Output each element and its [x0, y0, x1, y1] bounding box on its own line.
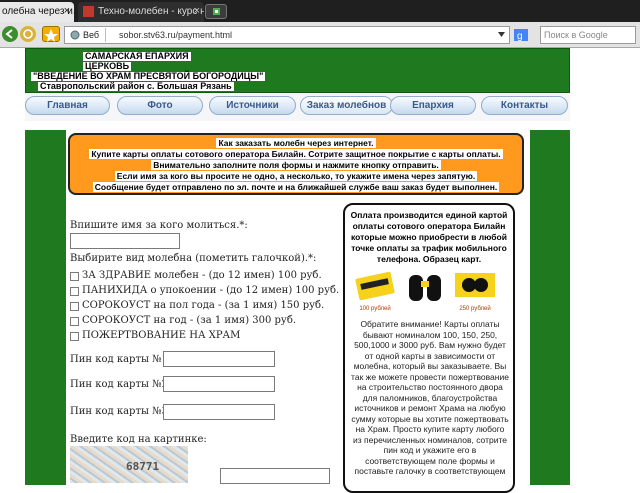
option-checkbox-health[interactable] [70, 272, 79, 281]
option-checkbox-requiem[interactable] [70, 287, 79, 296]
close-tab-icon[interactable]: × [64, 2, 70, 21]
back-button[interactable] [2, 26, 18, 42]
header-line-2: ЦЕРКОВЬ [83, 61, 132, 71]
browser-toolbar: Веб sobor.stv63.ru/payment.html g Поиск … [0, 22, 640, 48]
pin2-label: Пин код карты №2: [70, 379, 172, 390]
nav-item-contacts[interactable]: Контакты [481, 96, 568, 115]
left-green-column [25, 130, 66, 485]
address-bar[interactable]: Веб sobor.stv63.ru/payment.html [64, 26, 510, 44]
nav-item-sources[interactable]: Источники [209, 96, 296, 115]
pin3-label: Пин код карты №3: [70, 406, 172, 417]
option-label: ПАНИХИДА о упокоении - (до 12 имен) 100 … [82, 285, 340, 296]
card-value: 250 рублей [459, 306, 491, 312]
instruction-line: Как заказать молебн через интернет. [216, 138, 376, 148]
captcha-code: 68771 [126, 460, 160, 473]
browser-tab-2[interactable]: Техно-молебен - курс н... × [78, 2, 204, 22]
svg-text:g: g [517, 31, 523, 41]
payment-info-panel: Оплата производится единой картой оплаты… [343, 203, 515, 493]
url-text[interactable]: sobor.stv63.ru/payment.html [119, 27, 232, 43]
card-samples: 100 рублей 250 рублей [353, 269, 503, 315]
instruction-line: Сообщение будет отправлено по эл. почте … [92, 182, 500, 192]
option-checkbox-sorokoust-half[interactable] [70, 302, 79, 311]
card-value: 100 рублей [359, 306, 391, 312]
nav-item-diocese[interactable]: Епархия [390, 96, 476, 115]
card-art-icon [355, 271, 395, 301]
pin2-input[interactable] [163, 376, 275, 392]
nav-item-home[interactable]: Главная [25, 96, 110, 115]
bookmark-button[interactable] [42, 26, 60, 42]
type-label: Выбирите вид молебна (пометить галочкой)… [70, 253, 317, 264]
name-input[interactable] [70, 233, 180, 249]
new-tab-button[interactable] [205, 4, 227, 19]
reload-button[interactable] [20, 26, 36, 42]
option-label: ПОЖЕРТВОВАНИЕ НА ХРАМ [82, 330, 241, 341]
instructions-box: Как заказать молебн через интернет. Купи… [68, 133, 524, 195]
header-line-1: САМАРСКАЯ ЕПАРХИЯ [83, 51, 191, 61]
instruction-line: Купите карты оплаты сотового оператора Б… [89, 149, 503, 159]
nav-item-photo[interactable]: Фото [117, 96, 203, 115]
star-icon [44, 29, 58, 42]
option-label: СОРОКОУСТ на пол года - (за 1 имя) 150 р… [82, 300, 325, 311]
tab-title: Техно-молебен - курс н... [98, 6, 204, 17]
card-art-icon [455, 273, 495, 297]
option-label: ЗА ЗДРАВИЕ молебен - (до 12 имен) 100 ру… [82, 270, 322, 281]
captcha-label: Введите код на картинке: [70, 434, 207, 445]
search-input[interactable]: Поиск в Google [540, 26, 636, 44]
name-label: Впишите имя за кого молиться.*: [70, 220, 248, 231]
search-placeholder: Поиск в Google [544, 30, 608, 40]
reload-icon [23, 29, 33, 39]
captcha-image: 68771 [70, 446, 188, 483]
captcha-input[interactable] [220, 468, 330, 484]
browser-tab-1[interactable]: олебна через и... × [0, 2, 74, 22]
dropdown-arrow-icon[interactable] [498, 32, 505, 38]
plus-icon [213, 8, 220, 15]
web-label: Веб [83, 30, 100, 40]
card-sample-binoculars [403, 269, 447, 313]
header-line-3: "ВВЕДЕНИЕ ВО ХРАМ ПРЕСВЯТОЙ БОГОРОДИЦЫ" [31, 71, 266, 81]
payment-info-body: Обратите внимание! Карты оплаты бывают н… [351, 319, 509, 476]
header-line-4: Ставропольский район с. Большая Рязань [38, 81, 234, 91]
payment-info-heading: Оплата производится единой картой оплаты… [350, 210, 508, 264]
right-green-column [530, 130, 570, 485]
option-checkbox-sorokoust-year[interactable] [70, 317, 79, 326]
card-sample-250: 250 рублей [453, 269, 497, 313]
instruction-line: Если имя за кого вы просите не одно, а н… [114, 171, 478, 181]
globe-icon [70, 30, 80, 40]
favicon-icon [83, 6, 94, 17]
pin3-input[interactable] [163, 404, 275, 420]
order-form: Впишите имя за кого молиться.*: Выбирите… [70, 212, 340, 485]
nav-item-order[interactable]: Заказ молебнов [300, 96, 393, 115]
instruction-line: Внимательно заполните поля формы и нажми… [151, 160, 441, 170]
close-tab-icon[interactable]: × [194, 2, 200, 21]
web-page: САМАРСКАЯ ЕПАРХИЯ ЦЕРКОВЬ "ВВЕДЕНИЕ ВО Х… [0, 48, 640, 493]
browser-tab-bar: олебна через и... × Техно-молебен - курс… [0, 0, 640, 22]
card-sample-100: 100 рублей [353, 269, 397, 313]
binoculars-icon [409, 275, 441, 301]
option-checkbox-donation[interactable] [70, 332, 79, 341]
option-label: СОРОКОУСТ на год - (за 1 имя) 300 руб. [82, 315, 297, 326]
main-navigation: Главная Фото Источники Заказ молебнов Еп… [25, 93, 570, 121]
pin1-label: Пин код карты №1: [70, 354, 172, 365]
site-header: САМАРСКАЯ ЕПАРХИЯ ЦЕРКОВЬ "ВВЕДЕНИЕ ВО Х… [25, 48, 570, 93]
google-icon[interactable]: g [514, 29, 528, 41]
back-arrow-icon [5, 29, 13, 39]
pin1-input[interactable] [163, 351, 275, 367]
